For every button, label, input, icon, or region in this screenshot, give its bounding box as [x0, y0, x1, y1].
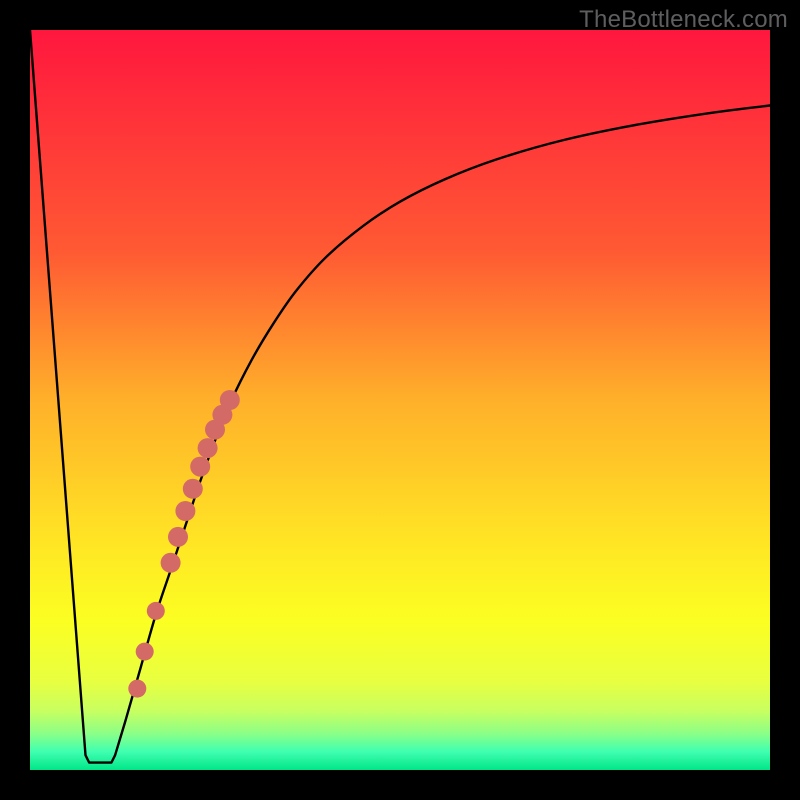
marker-point	[168, 527, 188, 547]
marker-point	[136, 643, 154, 661]
chart-svg	[30, 30, 770, 770]
marker-point	[161, 553, 181, 573]
marker-point	[190, 457, 210, 477]
chart-frame: TheBottleneck.com	[0, 0, 800, 800]
plot-area	[30, 30, 770, 770]
watermark-text: TheBottleneck.com	[579, 6, 788, 34]
marker-point	[198, 438, 218, 458]
marker-point	[147, 602, 165, 620]
marker-point	[220, 390, 240, 410]
marker-point	[183, 479, 203, 499]
marker-point	[128, 680, 146, 698]
marker-point	[175, 501, 195, 521]
